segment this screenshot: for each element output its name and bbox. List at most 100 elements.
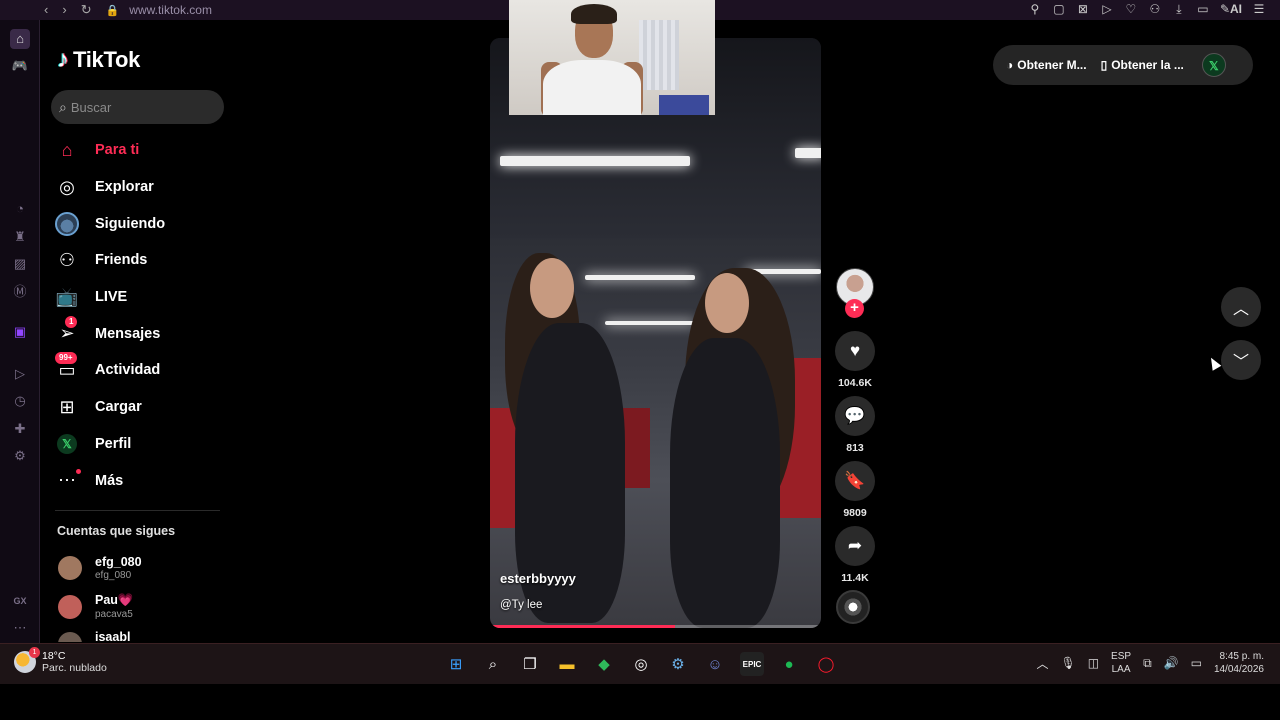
spotify-icon[interactable]: ● [777,652,801,676]
search-input[interactable] [70,99,211,115]
video-frame [705,273,749,333]
nav-label: Friends [95,252,148,269]
nav-label: Explorar [95,179,154,196]
menu-icon[interactable]: ☰ [1252,2,1266,17]
player-icon[interactable]: ▷ [1100,2,1114,17]
nav-item-mas[interactable]: ⋯ Más [55,462,225,499]
search-taskbar-icon[interactable]: ⌕ [481,652,505,676]
epic-games-icon[interactable]: EPIC [740,652,764,676]
webcam-overlay [509,0,715,115]
following-account[interactable]: Pau💗 pacava5 [58,593,134,620]
save-button[interactable]: 🔖 [835,461,875,501]
gx-icon[interactable]: GX [10,591,30,611]
download-icon[interactable]: ⤓ [1172,2,1186,17]
like-button[interactable]: ♥ [835,331,875,371]
settings-icon[interactable]: ⚙ [10,446,30,466]
profile-avatar[interactable]: 𝕏 [1201,53,1226,77]
friends-icon: ⚇ [58,249,76,270]
nav-label: Perfil [95,435,132,452]
gaming-icon[interactable]: 🎮 [10,56,30,76]
video-frame [585,275,695,280]
next-video-button[interactable]: ﹀ [1221,340,1261,380]
adblock-icon[interactable]: ⊠ [1076,2,1090,17]
more-rail-icon[interactable]: ⋯ [10,618,30,638]
nav-item-friends[interactable]: ⚇ Friends [55,242,225,279]
pinboard-icon[interactable]: ♜ [10,227,30,247]
video-author[interactable]: esterbbyyyy [500,571,576,586]
player-sidebar-icon[interactable]: ▷ [10,364,30,384]
avatar [58,632,82,642]
video-progress-bar[interactable] [490,625,821,628]
previous-video-button[interactable]: ︿ [1221,287,1261,327]
address-bar[interactable]: www.tiktok.com [129,3,212,17]
nav-item-actividad[interactable]: ▭ 99+ Actividad [55,352,225,389]
battery-tray-icon[interactable]: ▭ [1191,656,1202,670]
chevron-up-icon: ︿ [1232,301,1249,318]
heart-icon[interactable]: ♡ [1124,2,1138,17]
follow-plus-icon[interactable]: + [845,299,864,318]
get-mobile-app-button[interactable]: ▯ Obtener la ... [1101,58,1184,72]
lock-icon[interactable]: 🔒 [106,4,120,17]
account-name: efg_080 [95,555,142,569]
opera-gx-icon[interactable]: ◯ [814,652,838,676]
profile-icon: 𝕏 [55,432,79,456]
history-icon[interactable]: ◷ [10,391,30,411]
nav-item-live[interactable]: 📺 LIVE [55,279,225,316]
back-icon[interactable]: ‹ [44,2,48,18]
nav-label: LIVE [95,289,128,306]
following-account[interactable]: isaabl [58,630,130,642]
discord-icon[interactable]: ☺ [703,652,727,676]
share-button[interactable]: ➦ [835,526,875,566]
weather-widget[interactable]: 1 18°C Parc. nublado [14,647,107,674]
file-explorer-icon[interactable]: ▬ [555,652,579,676]
account-username: pacava5 [95,609,133,620]
store-icon[interactable]: ◆ [592,652,616,676]
webcam-frame [543,60,641,115]
home-icon[interactable]: ⌂ [10,29,30,49]
nav-item-explorar[interactable]: ◎ Explorar [55,169,225,206]
battery-icon[interactable]: ▭ [1196,2,1210,17]
weather-text: Parc. nublado [42,662,107,674]
clock[interactable]: 8:45 p. m. 14/04/2026 [1214,650,1264,676]
messages-badge: 1 [65,315,78,328]
comment-count: 813 [846,442,864,454]
forward-icon[interactable]: › [62,2,66,18]
microphone-icon[interactable]: 🎙 [1060,656,1075,670]
video-player[interactable]: esterbbyyyy @Ty lee [490,38,821,628]
video-sound[interactable]: @Ty lee [500,599,542,611]
nav-label: Cargar [95,399,142,416]
reload-icon[interactable]: ↻ [81,2,92,18]
account-icon[interactable]: ⚇ [1148,2,1162,17]
pin-icon[interactable]: ⚲ [1028,2,1042,17]
tiktok-logo[interactable]: ♪ TikTok [57,46,140,74]
network-icon[interactable]: ⧉ [1143,656,1152,671]
language-indicator[interactable]: ESP LAA [1111,650,1131,676]
search-box[interactable]: ⌕ [51,90,224,124]
snapshot-icon[interactable]: ▢ [1052,2,1066,17]
logo-text: TikTok [73,47,141,72]
extensions-icon[interactable]: ✚ [10,419,30,439]
aria-icon[interactable]: ✎AI [1220,2,1242,17]
steam-icon[interactable]: ⚙ [666,652,690,676]
nav-item-siguiendo[interactable]: Siguiendo [55,205,225,242]
messenger-icon[interactable]: Ⓜ [10,282,30,302]
following-account[interactable]: efg_080 efg_080 [58,555,142,581]
nav-item-perfil[interactable]: 𝕏 Perfil [55,426,225,463]
wallet-icon[interactable]: ▨ [10,254,30,274]
main-nav: ⌂ Para ti ◎ Explorar Siguiendo ⚇ Friends… [55,132,225,499]
wifi-icon[interactable]: ◫ [1088,656,1099,670]
nav-item-mensajes[interactable]: ➢ 1 Mensajes [55,315,225,352]
comment-button[interactable]: 💬 [835,396,875,436]
twitch-icon[interactable]: ▣ [10,322,30,342]
start-icon[interactable]: ⊞ [444,652,468,676]
chevron-up-tray-icon[interactable]: ︿ [1036,655,1048,672]
volume-icon[interactable]: 🔊 [1164,656,1179,670]
obs-icon[interactable]: ◎ [629,652,653,676]
task-view-icon[interactable]: ❐ [518,652,542,676]
share-icon: ➦ [847,536,863,555]
speed-dial-icon[interactable]: ◔ [10,199,30,219]
nav-item-cargar[interactable]: ⊞ Cargar [55,389,225,426]
nav-item-para-ti[interactable]: ⌂ Para ti [55,132,225,169]
get-app-button[interactable]: ◑ Obtener M... [1006,58,1087,72]
music-disc-icon[interactable] [836,590,870,624]
